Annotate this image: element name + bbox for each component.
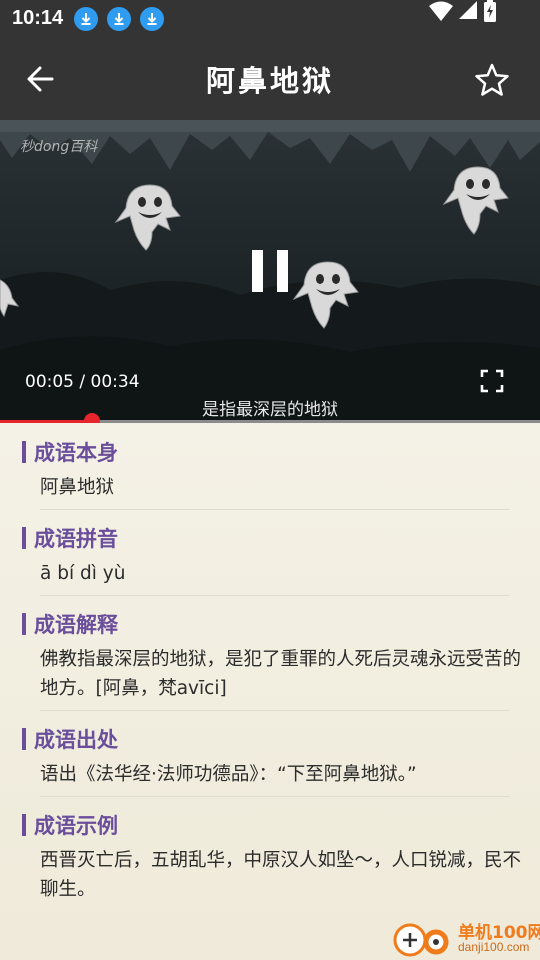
battery-icon <box>484 0 496 22</box>
section-body: 佛教指最深层的地狱，是犯了重罪的人死后灵魂永远受苦的地方。[阿鼻，梵avīci] <box>40 649 522 699</box>
section-title: 成语拼音 <box>34 527 118 551</box>
section-body: 西晋灭亡后，五胡乱华，中原汉人如坠～，人口锐减，民不聊生。 <box>40 850 522 900</box>
section-body: 语出《法华经·法师功德品》：“下至阿鼻地狱。” <box>40 764 417 785</box>
section-title: 成语本身 <box>34 441 118 465</box>
video-watermark: 秒dong百科 <box>20 139 98 155</box>
section-title: 成语解释 <box>34 613 118 637</box>
pause-button[interactable] <box>250 250 290 294</box>
fullscreen-icon[interactable] <box>480 369 504 393</box>
video-subtitle: 是指最深层的地狱 <box>202 400 338 420</box>
divider <box>40 595 510 596</box>
download-icon <box>107 7 131 31</box>
section-title: 成语出处 <box>34 728 118 752</box>
status-time: 10:14 <box>12 7 64 29</box>
section-body: ā bí dì yù <box>40 563 126 584</box>
pause-icon <box>252 250 263 292</box>
pause-icon <box>277 250 288 292</box>
wifi-icon <box>429 1 453 21</box>
status-bar: 10:14 <box>0 0 540 38</box>
video-time: 00:05 / 00:34 <box>25 372 140 392</box>
section-body: 阿鼻地狱 <box>40 477 115 498</box>
download-icon <box>140 7 164 31</box>
brand-url: danji100.com <box>458 940 530 954</box>
page-title: 阿鼻地狱 <box>205 64 334 98</box>
divider <box>40 796 510 797</box>
section-title: 成语示例 <box>34 814 118 838</box>
divider <box>40 710 510 711</box>
app-bar: 阿鼻地狱 <box>0 38 540 120</box>
section-explanation: 成语解释 佛教指最深层的地狱，是犯了重罪的人死后灵魂永远受苦的地方。[阿鼻，梵a… <box>22 609 527 703</box>
back-arrow-icon[interactable] <box>22 61 62 97</box>
section-idiom: 成语本身 阿鼻地狱 <box>22 437 527 502</box>
section-source: 成语出处 语出《法华经·法师功德品》：“下至阿鼻地狱。” <box>22 724 527 789</box>
section-example: 成语示例 西晋灭亡后，五胡乱华，中原汉人如坠～，人口锐减，民不聊生。 <box>22 810 527 904</box>
section-pinyin: 成语拼音 ā bí dì yù <box>22 523 527 588</box>
divider <box>40 509 510 510</box>
star-icon[interactable] <box>474 62 510 98</box>
download-icon <box>74 7 98 31</box>
signal-icon <box>459 1 477 19</box>
